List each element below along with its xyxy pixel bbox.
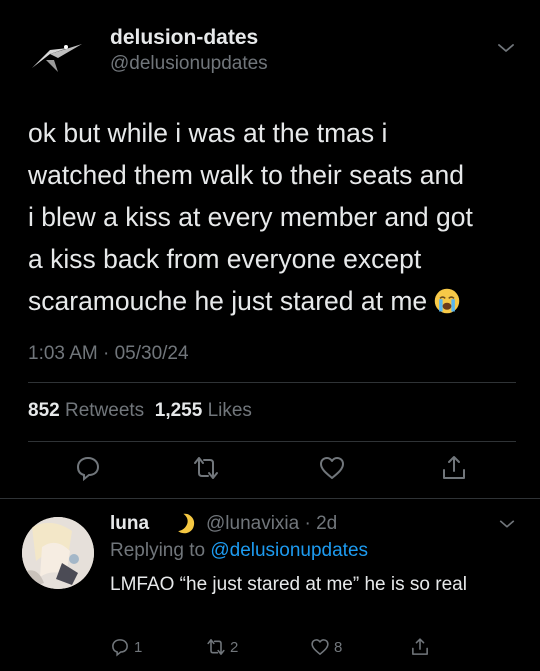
like-icon[interactable] bbox=[318, 454, 346, 482]
reply-icon[interactable] bbox=[74, 454, 102, 482]
tweet-actions bbox=[0, 452, 540, 486]
retweet-icon bbox=[207, 639, 225, 655]
reply-retweet-count: 2 bbox=[230, 638, 239, 656]
chevron-down-icon[interactable] bbox=[498, 515, 516, 533]
reply-like-count: 8 bbox=[334, 638, 343, 656]
display-name[interactable]: delusion-dates bbox=[110, 26, 258, 50]
reply-count: 1 bbox=[134, 638, 143, 656]
retweets-count[interactable]: 852 bbox=[28, 400, 60, 421]
user-handle[interactable]: @delusionupdates bbox=[110, 53, 268, 75]
moon-icon bbox=[178, 513, 195, 534]
loudly-crying-face-emoji bbox=[434, 288, 460, 314]
share-icon[interactable] bbox=[440, 454, 468, 482]
reply-tweet[interactable]: luna @lunavixia · 2d Replying to @delusi… bbox=[0, 499, 540, 671]
profile-avatar[interactable] bbox=[22, 22, 94, 94]
retweets-label[interactable]: Retweets bbox=[65, 400, 144, 421]
reply-display-name[interactable]: luna bbox=[110, 513, 149, 535]
like-icon bbox=[311, 639, 329, 655]
tweet-timestamp[interactable]: 1:03 AM · 05/30/24 bbox=[28, 343, 189, 365]
reply-icon bbox=[112, 639, 128, 657]
reply-avatar[interactable] bbox=[22, 517, 94, 589]
tweet-stats: 852 Retweets 1,255 Likes bbox=[28, 400, 252, 422]
reply-avatar-image bbox=[22, 517, 94, 589]
reply-like-button[interactable]: 8 bbox=[310, 635, 342, 659]
divider bbox=[28, 382, 516, 383]
divider bbox=[28, 441, 516, 442]
tweet-text: ok but while i was at the tmas i watched… bbox=[28, 118, 473, 316]
reply-text: LMFAO “he just stared at me” he is so re… bbox=[110, 574, 467, 595]
reply-share-button[interactable] bbox=[410, 635, 430, 659]
replying-to: Replying to @delusionupdates bbox=[110, 540, 368, 562]
chevron-down-icon[interactable] bbox=[496, 38, 516, 58]
replying-prefix: Replying to bbox=[110, 540, 206, 561]
reply-reply-button[interactable]: 1 bbox=[110, 635, 142, 659]
likes-count[interactable]: 1,255 bbox=[155, 400, 203, 421]
reply-retweet-button[interactable]: 2 bbox=[206, 635, 238, 659]
reply-handle-time[interactable]: @lunavixia · 2d bbox=[206, 513, 337, 535]
retweet-icon[interactable] bbox=[192, 454, 220, 482]
likes-label[interactable]: Likes bbox=[208, 400, 252, 421]
share-icon bbox=[412, 638, 428, 655]
logo-icon bbox=[32, 44, 82, 72]
replying-handle-link[interactable]: @delusionupdates bbox=[210, 540, 368, 561]
